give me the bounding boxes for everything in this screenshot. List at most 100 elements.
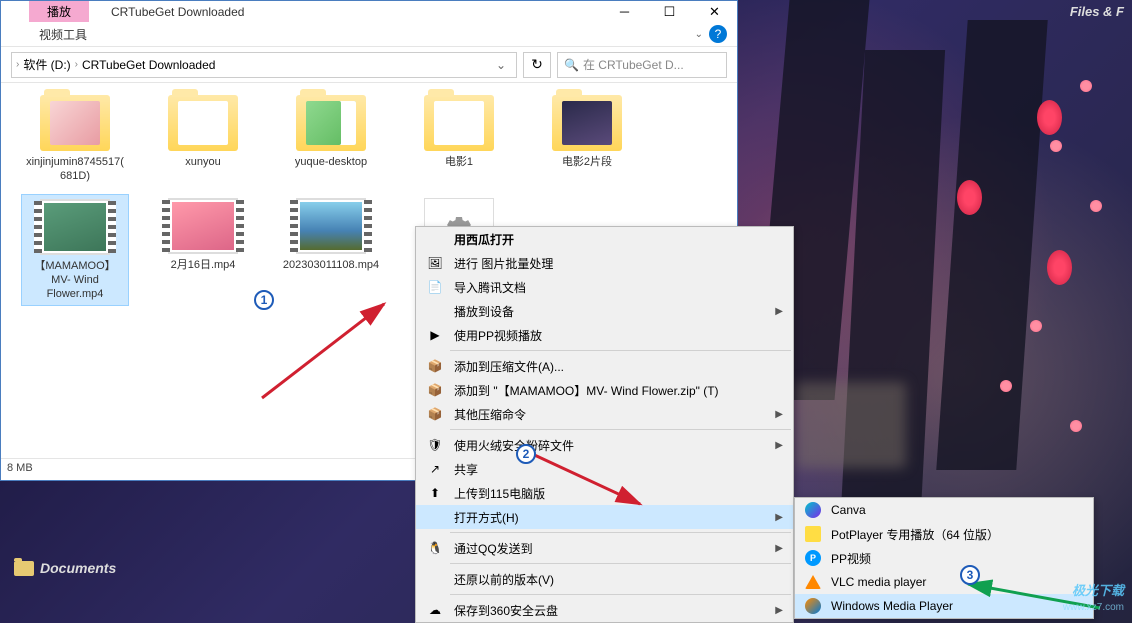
context-menu-item[interactable]: 打开方式(H) ▶	[416, 505, 793, 529]
watermark-url: www.xz7.com	[1063, 602, 1124, 613]
submenu-arrow-icon: ▶	[775, 409, 783, 420]
file-item[interactable]: 202303011108.mp4	[277, 194, 385, 307]
open-with-submenu: Canva PotPlayer 专用播放（64 位版） P PP视频 VLC media…	[794, 497, 1094, 619]
context-menu-label: 添加到压缩文件(A)...	[454, 358, 783, 375]
search-placeholder: 在 CRTubeGet D...	[583, 56, 684, 73]
search-icon: 🔍	[564, 58, 579, 72]
context-menu-item[interactable]: 📄导入腾讯文档	[416, 275, 793, 299]
submenu-item[interactable]: Windows Media Player	[795, 594, 1093, 618]
play-tab[interactable]: 播放	[29, 1, 89, 22]
file-item[interactable]: yuque-desktop	[277, 91, 385, 188]
ribbon-expand-icon[interactable]: ⌄	[695, 29, 703, 40]
desktop-header-text: Files & F	[1062, 0, 1132, 28]
menu-separator	[450, 563, 791, 564]
submenu-item[interactable]: VLC media player	[795, 570, 1093, 594]
submenu-arrow-icon: ▶	[775, 440, 783, 451]
menu-separator	[450, 429, 791, 430]
ribbon-tab-video[interactable]: 视频工具	[29, 23, 97, 46]
vlc-app-icon	[805, 575, 821, 589]
context-menu-label: 进行 图片批量处理	[454, 255, 783, 272]
blank-icon	[426, 570, 444, 588]
submenu-arrow-icon: ▶	[775, 543, 783, 554]
close-button[interactable]: ✕	[692, 1, 737, 22]
folder-icon	[14, 561, 34, 576]
context-menu-item[interactable]: 🖼 进行 图片批量处理	[416, 251, 793, 275]
context-menu-item[interactable]: ☁保存到360安全云盘▶	[416, 598, 793, 622]
file-label: 2月16日.mp4	[171, 258, 236, 272]
ribbon: 视频工具 ⌄ ?	[1, 22, 737, 47]
context-menu-item[interactable]: 播放到设备 ▶	[416, 299, 793, 323]
blank-icon	[426, 230, 444, 248]
context-menu-label: 保存到360安全云盘	[454, 602, 765, 619]
canva-app-icon	[805, 502, 821, 518]
submenu-label: Windows Media Player	[831, 599, 953, 613]
context-menu-label: 添加到 "【MAMAMOO】MV- Wind Flower.zip" (T)	[454, 382, 783, 399]
folder-icon	[40, 95, 110, 151]
documents-shortcut[interactable]: Documents	[14, 560, 116, 576]
folder-icon	[424, 95, 494, 151]
context-menu-item[interactable]: ↗ 共享	[416, 457, 793, 481]
context-menu-label: 其他压缩命令	[454, 406, 765, 423]
zip-icon: 📦	[426, 381, 444, 399]
submenu-item[interactable]: Canva	[795, 498, 1093, 522]
address-dropdown-icon[interactable]: ⌄	[490, 58, 512, 72]
titlebar: 播放 CRTubeGet Downloaded ─ ☐ ✕	[1, 1, 737, 22]
help-icon[interactable]: ?	[709, 25, 727, 43]
breadcrumb-folder[interactable]: CRTubeGet Downloaded	[78, 58, 219, 72]
file-label: 电影1	[445, 155, 473, 169]
submenu-item[interactable]: PotPlayer 专用播放（64 位版）	[795, 522, 1093, 546]
context-menu-label: 还原以前的版本(V)	[454, 571, 783, 588]
menu-separator	[450, 532, 791, 533]
context-menu-label: 用西瓜打开	[454, 231, 783, 248]
pp-app-icon: P	[805, 550, 821, 566]
breadcrumb-drive[interactable]: 软件 (D:)	[19, 56, 74, 73]
blank-icon	[426, 302, 444, 320]
img-icon: 🖼	[426, 254, 444, 272]
context-menu-label: 共享	[454, 461, 783, 478]
file-item[interactable]: 电影2片段	[533, 91, 641, 188]
search-input[interactable]: 🔍 在 CRTubeGet D...	[557, 52, 727, 78]
pot-app-icon	[805, 526, 821, 542]
file-item[interactable]: xinjinjumin8745517(681D)	[21, 91, 129, 188]
file-item[interactable]: 【MAMAMOO】MV- Wind Flower.mp4	[21, 194, 129, 307]
folder-icon	[552, 95, 622, 151]
breadcrumb-bar[interactable]: › 软件 (D:) › CRTubeGet Downloaded ⌄	[11, 52, 517, 78]
context-menu-item[interactable]: ⬆上传到115电脑版	[416, 481, 793, 505]
file-item[interactable]: 2月16日.mp4	[149, 194, 257, 307]
submenu-arrow-icon: ▶	[775, 306, 783, 317]
file-item[interactable]: xunyou	[149, 91, 257, 188]
file-label: xunyou	[185, 155, 220, 169]
context-menu-item[interactable]: 📦 添加到 "【MAMAMOO】MV- Wind Flower.zip" (T)	[416, 378, 793, 402]
pp-icon: ▶	[426, 326, 444, 344]
file-label: 电影2片段	[562, 155, 612, 169]
context-menu-label: 打开方式(H)	[454, 509, 765, 526]
refresh-button[interactable]: ↻	[523, 52, 551, 78]
share-icon: ↗	[426, 460, 444, 478]
context-menu-label: 使用火绒安全粉碎文件	[454, 437, 765, 454]
blurred-region	[796, 382, 906, 468]
context-menu-label: 上传到115电脑版	[454, 485, 783, 502]
context-menu-label: 导入腾讯文档	[454, 279, 783, 296]
blank-icon	[426, 508, 444, 526]
window-title: CRTubeGet Downloaded	[111, 5, 244, 19]
context-menu-item[interactable]: 用西瓜打开	[416, 227, 793, 251]
context-menu-item[interactable]: 还原以前的版本(V)	[416, 567, 793, 591]
submenu-item[interactable]: P PP视频	[795, 546, 1093, 570]
context-menu-label: 通过QQ发送到	[454, 540, 765, 557]
minimize-button[interactable]: ─	[602, 1, 647, 22]
context-menu-item[interactable]: 🛡使用火绒安全粉碎文件▶	[416, 433, 793, 457]
submenu-label: PP视频	[831, 550, 871, 567]
context-menu-item[interactable]: 📦其他压缩命令▶	[416, 402, 793, 426]
context-menu-item[interactable]: ▶使用PP视频播放	[416, 323, 793, 347]
submenu-arrow-icon: ▶	[775, 512, 783, 523]
zip-icon: 📦	[426, 357, 444, 375]
documents-label: Documents	[40, 560, 116, 576]
file-label: 【MAMAMOO】MV- Wind Flower.mp4	[26, 259, 124, 302]
context-menu-item[interactable]: 📦 添加到压缩文件(A)...	[416, 354, 793, 378]
360-icon: ☁	[426, 601, 444, 619]
file-item[interactable]: 电影1	[405, 91, 513, 188]
maximize-button[interactable]: ☐	[647, 1, 692, 22]
submenu-label: Canva	[831, 503, 866, 517]
context-menu-label: 播放到设备	[454, 303, 765, 320]
context-menu-item[interactable]: 🐧通过QQ发送到▶	[416, 536, 793, 560]
